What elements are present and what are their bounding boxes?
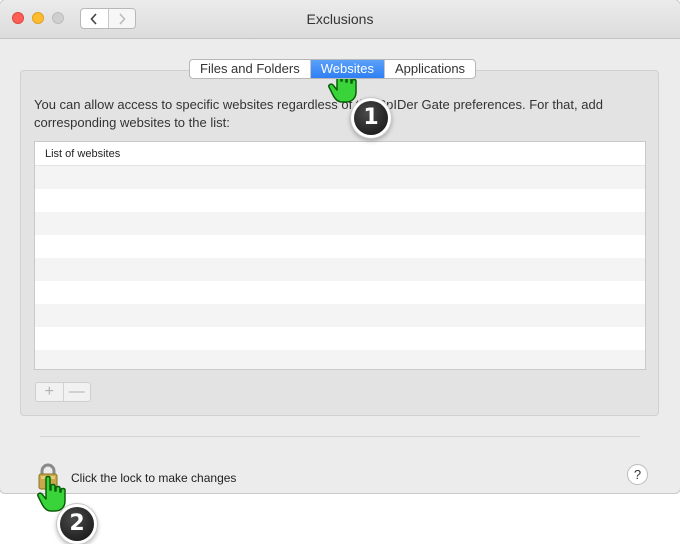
help-button[interactable]: ? — [627, 464, 648, 485]
list-header: List of websites — [35, 142, 645, 166]
exclusions-window: Exclusions Files and Folders Websites Ap… — [0, 0, 680, 493]
list-edit-controls: + — — [35, 382, 91, 402]
help-icon: ? — [633, 467, 642, 482]
tab-websites[interactable]: Websites — [309, 60, 384, 78]
list-item[interactable] — [35, 189, 645, 212]
step-1-callout: 1 — [354, 101, 388, 135]
list-item[interactable] — [35, 258, 645, 281]
divider — [40, 436, 640, 437]
tab-applications[interactable]: Applications — [383, 60, 475, 78]
window-title: Exclusions — [306, 11, 374, 27]
list-item[interactable] — [35, 212, 645, 235]
list-item[interactable] — [35, 235, 645, 258]
step-2-callout: 2 — [60, 507, 94, 541]
list-rows — [35, 166, 645, 369]
list-item[interactable] — [35, 304, 645, 327]
remove-website-button[interactable]: — — [62, 383, 91, 401]
list-item[interactable] — [35, 350, 645, 369]
websites-list[interactable]: List of websites — [34, 141, 646, 370]
title-bar: Exclusions — [0, 0, 680, 39]
list-item[interactable] — [35, 327, 645, 350]
list-item[interactable] — [35, 281, 645, 304]
hand-pointer-cursor-icon — [37, 475, 66, 512]
tab-files-and-folders[interactable]: Files and Folders — [190, 60, 310, 78]
list-item[interactable] — [35, 166, 645, 189]
add-website-button[interactable]: + — [36, 383, 63, 401]
tab-bar: Files and Folders Websites Applications — [189, 59, 477, 79]
lock-status-text: Click the lock to make changes — [71, 471, 237, 485]
